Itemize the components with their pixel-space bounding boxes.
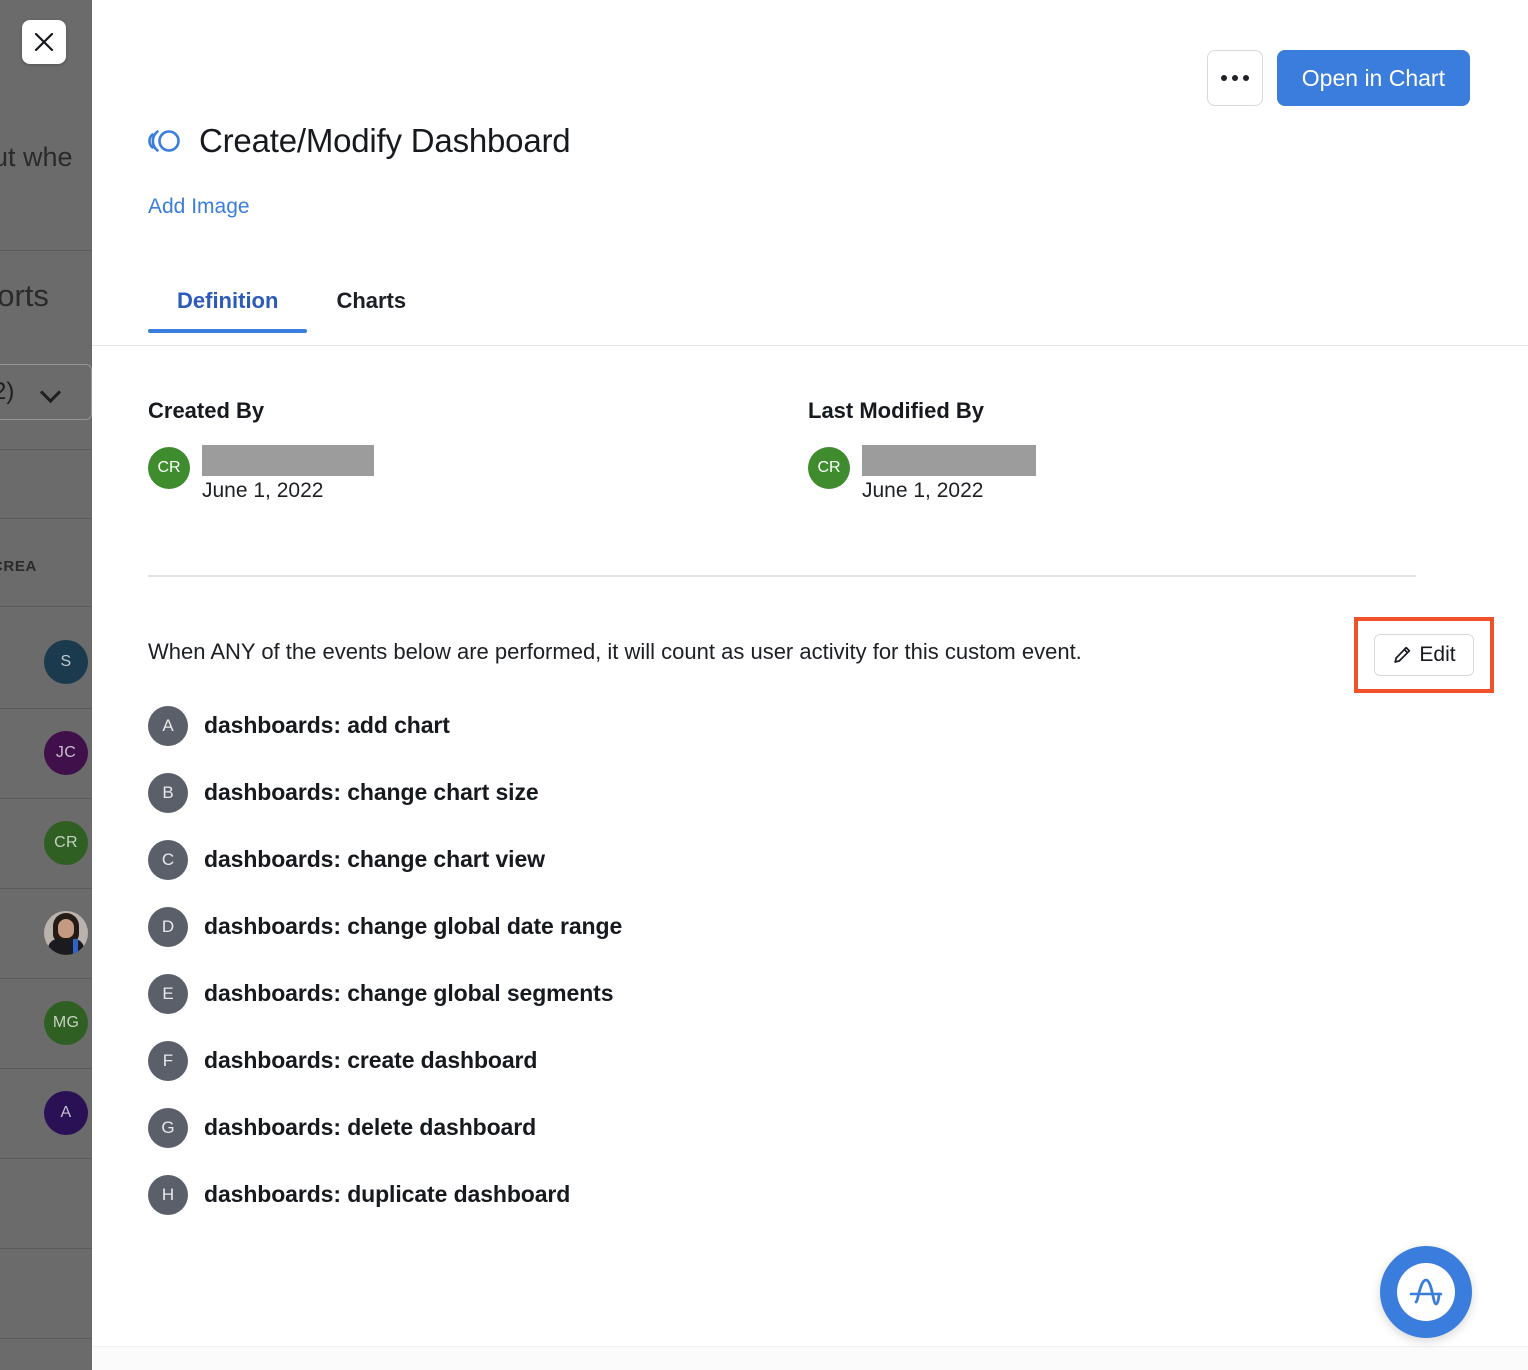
backdrop-divider	[0, 449, 92, 450]
last-modified-by-label: Last Modified By	[808, 398, 1468, 424]
avatar-initials: JC	[56, 744, 76, 762]
amplitude-logo-icon	[1397, 1263, 1455, 1321]
event-badge: G	[148, 1108, 188, 1148]
event-label: dashboards: delete dashboard	[204, 1114, 536, 1141]
event-label: dashboards: change chart view	[204, 846, 545, 873]
backdrop-divider	[0, 1248, 92, 1249]
modal-toolbar: Open in Chart	[1207, 50, 1470, 106]
tab-bar: Definition Charts	[148, 288, 435, 333]
backdrop-select-value: 2)	[0, 378, 14, 406]
backdrop-divider	[0, 250, 92, 251]
event-badge: D	[148, 907, 188, 947]
section-divider	[148, 575, 1416, 577]
event-badge: E	[148, 974, 188, 1014]
avatar-initials: CR	[817, 459, 840, 477]
tab-definition[interactable]: Definition	[148, 288, 307, 333]
event-list: A dashboards: add chart B dashboards: ch…	[148, 692, 1348, 1228]
backdrop-divider	[0, 1338, 92, 1339]
custom-event-icon	[148, 124, 182, 158]
more-options-button[interactable]	[1207, 50, 1263, 106]
created-by-avatar: CR	[148, 447, 190, 489]
ellipsis-icon	[1221, 75, 1249, 81]
edit-button-label: Edit	[1419, 643, 1455, 667]
backdrop-avatar[interactable]: MG	[44, 1001, 88, 1045]
list-item[interactable]: C dashboards: change chart view	[148, 826, 1348, 893]
last-modified-by-date: June 1, 2022	[862, 479, 983, 503]
event-label: dashboards: duplicate dashboard	[204, 1181, 570, 1208]
created-by-date: June 1, 2022	[202, 479, 323, 503]
page-title: Create/Modify Dashboard	[199, 122, 570, 160]
created-by-name-redacted	[202, 445, 374, 476]
chevron-down-icon	[40, 382, 61, 403]
metadata-section: Created By CR June 1, 2022 Last Modified…	[148, 398, 1468, 519]
created-by-block: Created By CR June 1, 2022	[148, 398, 808, 519]
open-in-chart-button[interactable]: Open in Chart	[1277, 50, 1470, 106]
event-badge: F	[148, 1041, 188, 1081]
list-item[interactable]: G dashboards: delete dashboard	[148, 1094, 1348, 1161]
backdrop-select[interactable]: 2)	[0, 364, 92, 420]
tab-charts[interactable]: Charts	[307, 288, 435, 333]
last-modified-by-avatar: CR	[808, 447, 850, 489]
avatar-initials: A	[61, 1104, 72, 1122]
event-badge: H	[148, 1175, 188, 1215]
backdrop-text-fragment: horts	[0, 278, 49, 314]
pencil-icon	[1392, 645, 1412, 665]
tab-bar-divider	[92, 345, 1528, 346]
backdrop-divider	[0, 978, 92, 979]
backdrop-divider	[0, 708, 92, 709]
close-icon	[33, 31, 55, 53]
backdrop-text-fragment: out whe	[0, 142, 73, 173]
backdrop-divider	[0, 606, 92, 607]
backdrop-avatar[interactable]: S	[44, 640, 88, 684]
event-label: dashboards: create dashboard	[204, 1047, 537, 1074]
avatar-initials: MG	[53, 1014, 79, 1032]
event-detail-modal: Open in Chart Create/Modify Dashboard Ad…	[92, 0, 1528, 1370]
list-item[interactable]: H dashboards: duplicate dashboard	[148, 1161, 1348, 1228]
event-label: dashboards: add chart	[204, 712, 450, 739]
event-badge: C	[148, 840, 188, 880]
list-item[interactable]: B dashboards: change chart size	[148, 759, 1348, 826]
event-badge: B	[148, 773, 188, 813]
backdrop-divider	[0, 798, 92, 799]
modal-title-row: Create/Modify Dashboard	[148, 122, 570, 160]
last-modified-by-name-redacted	[862, 445, 1036, 476]
created-by-label: Created By	[148, 398, 808, 424]
add-image-link[interactable]: Add Image	[148, 195, 250, 219]
event-label: dashboards: change chart size	[204, 779, 539, 806]
modal-footer	[92, 1346, 1528, 1370]
backdrop-avatar-photo[interactable]	[44, 911, 88, 955]
list-item[interactable]: F dashboards: create dashboard	[148, 1027, 1348, 1094]
backdrop-avatar[interactable]: JC	[44, 731, 88, 775]
avatar-initials: CR	[157, 459, 180, 477]
avatar-initials: S	[61, 653, 72, 671]
list-item[interactable]: A dashboards: add chart	[148, 692, 1348, 759]
backdrop-divider	[0, 518, 92, 519]
backdrop-avatar[interactable]: A	[44, 1091, 88, 1135]
edit-button[interactable]: Edit	[1374, 634, 1474, 676]
list-item[interactable]: E dashboards: change global segments	[148, 960, 1348, 1027]
backdrop-divider	[0, 1158, 92, 1159]
backdrop-avatar[interactable]: CR	[44, 821, 88, 865]
event-label: dashboards: change global date range	[204, 913, 622, 940]
event-badge: A	[148, 706, 188, 746]
event-label: dashboards: change global segments	[204, 980, 613, 1007]
backdrop-section-heading: CREA	[0, 558, 37, 575]
definition-description: When ANY of the events below are perform…	[148, 637, 1082, 667]
last-modified-by-block: Last Modified By CR June 1, 2022	[808, 398, 1468, 519]
close-modal-button[interactable]	[22, 20, 66, 64]
list-item[interactable]: D dashboards: change global date range	[148, 893, 1348, 960]
avatar-initials: CR	[54, 834, 78, 852]
amplitude-help-button[interactable]	[1380, 1246, 1472, 1338]
page-backdrop: out whe horts CREA 2) S JC CR MG A	[0, 0, 92, 1370]
backdrop-divider	[0, 1068, 92, 1069]
backdrop-divider	[0, 888, 92, 889]
